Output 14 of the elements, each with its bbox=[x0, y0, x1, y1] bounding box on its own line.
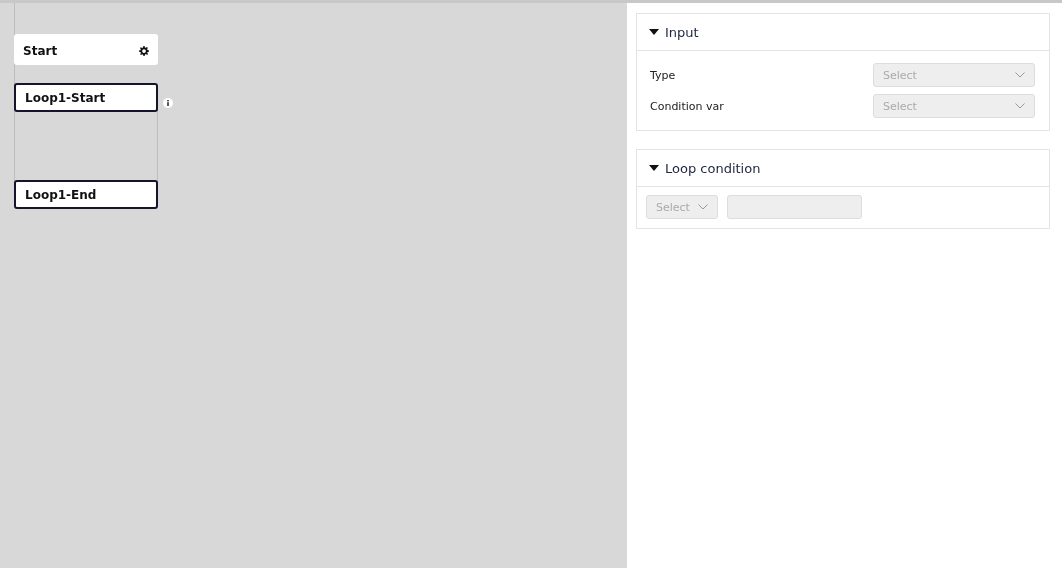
caret-icon bbox=[649, 29, 659, 35]
flow-node[interactable]: Loop1-End bbox=[14, 180, 158, 209]
chevron-icon bbox=[698, 204, 708, 210]
section-header[interactable]: Loop condition bbox=[637, 150, 1049, 187]
chevron-icon bbox=[1015, 103, 1025, 109]
caret-icon bbox=[649, 165, 659, 171]
info-icon[interactable] bbox=[163, 98, 173, 108]
chevron-icon bbox=[1015, 72, 1025, 78]
flow-node[interactable]: Loop1-Start bbox=[14, 83, 158, 112]
flow-node[interactable]: Start bbox=[14, 34, 158, 65]
field-label: Condition var bbox=[650, 99, 724, 113]
field-label: Type bbox=[650, 68, 676, 82]
section-header[interactable]: Input bbox=[637, 14, 1049, 51]
settings-icon[interactable] bbox=[139, 45, 149, 56]
